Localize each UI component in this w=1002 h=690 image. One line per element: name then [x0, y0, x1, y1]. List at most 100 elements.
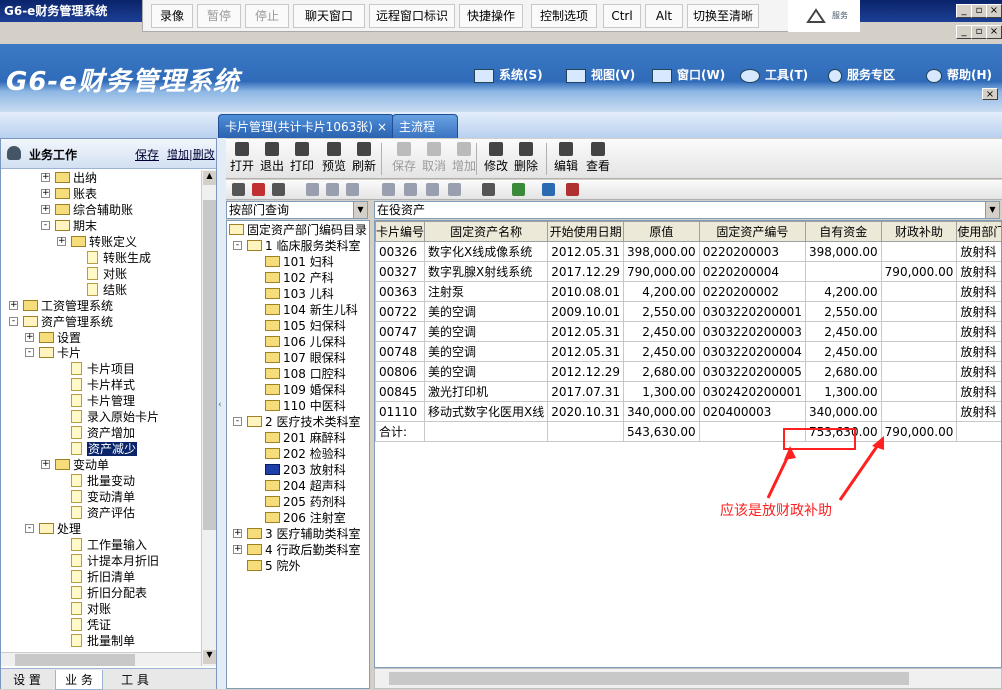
table-cell[interactable] [957, 422, 1002, 442]
table-cell[interactable]: 0220200004 [699, 262, 805, 282]
edit-doc-button[interactable]: 编辑 [552, 142, 580, 174]
column-header[interactable]: 原值 [623, 222, 699, 242]
table-cell[interactable]: 00722 [376, 302, 425, 322]
prev-record-icon[interactable] [404, 183, 417, 196]
dept-tree-item[interactable]: 110 中医科 [265, 398, 346, 414]
menu-window[interactable]: 窗口(W) [652, 66, 725, 83]
dept-tree-item[interactable]: 102 产科 [265, 270, 334, 286]
dept-tree-item[interactable]: 5 院外 [247, 558, 300, 574]
tree-item[interactable]: -资产管理系统 [23, 314, 113, 330]
table-cell[interactable]: 2,450.00 [805, 322, 881, 342]
mdi-close-button[interactable]: × [986, 25, 1002, 39]
table-row[interactable]: 00363注射泵2010.08.014,200.0002202000024,20… [376, 282, 1002, 302]
table-cell[interactable]: 0220200003 [699, 242, 805, 262]
table-cell[interactable]: 00363 [376, 282, 425, 302]
tree-item[interactable]: 折旧清单 [71, 569, 135, 585]
table-cell[interactable]: 01110 [376, 402, 425, 422]
table-cell[interactable]: 00327 [376, 262, 425, 282]
column-header[interactable]: 卡片编号 [376, 222, 425, 242]
table-cell[interactable]: 移动式数字化医用X线 [425, 402, 548, 422]
tree-item[interactable]: 卡片项目 [71, 361, 135, 377]
table-cell[interactable]: 340,000.00 [805, 402, 881, 422]
tree-item[interactable]: 变动清单 [71, 489, 135, 505]
tree-item[interactable]: -期末 [55, 218, 97, 234]
tree-item[interactable]: +变动单 [55, 457, 109, 473]
tree-horizontal-scrollbar[interactable] [1, 652, 201, 666]
card-icon[interactable] [252, 183, 265, 196]
column-header[interactable]: 财政补助 [881, 222, 957, 242]
grid-view-icon[interactable] [512, 183, 525, 196]
column-header[interactable]: 开始使用日期 [548, 222, 624, 242]
tree-item[interactable]: 转账生成 [87, 250, 151, 266]
dept-tree-item[interactable]: 205 药剂科 [265, 494, 346, 510]
tree-item[interactable]: 录入原始卡片 [71, 409, 159, 425]
panel-splitter[interactable]: ‹ [217, 138, 226, 689]
table-cell[interactable]: 美的空调 [425, 362, 548, 382]
menu-tools[interactable]: 工具(T) [740, 66, 808, 83]
dept-tree-item[interactable]: 109 婚保科 [265, 382, 346, 398]
tree-item[interactable]: +综合辅助账 [55, 202, 133, 218]
table-row[interactable]: 01110移动式数字化医用X线2020.10.31340,000.0002040… [376, 402, 1002, 422]
save-link[interactable]: 保存 [135, 146, 159, 163]
tree-item[interactable]: +工资管理系统 [23, 298, 113, 314]
table-cell[interactable] [425, 422, 548, 442]
table-cell[interactable]: 2012.05.31 [548, 342, 624, 362]
table-cell[interactable]: 543,630.00 [623, 422, 699, 442]
table-cell[interactable] [881, 362, 957, 382]
dept-tree-item[interactable]: -2 医疗技术类科室 [247, 414, 360, 430]
table-row[interactable]: 00747美的空调2012.05.312,450.000303220200003… [376, 322, 1002, 342]
tree-item[interactable]: 资产减少 [71, 441, 137, 457]
banner-close-button[interactable]: × [982, 88, 998, 100]
table-cell[interactable] [881, 302, 957, 322]
calculator-icon[interactable] [542, 183, 555, 196]
dept-tree-item[interactable]: 108 口腔科 [265, 366, 346, 382]
table-cell[interactable]: 激光打印机 [425, 382, 548, 402]
collapse-icon[interactable]: - [233, 241, 242, 250]
table-cell[interactable]: 0303220200004 [699, 342, 805, 362]
tree-item[interactable]: 结账 [87, 282, 127, 298]
table-cell[interactable]: 00806 [376, 362, 425, 382]
dept-tree-item[interactable]: 101 妇科 [265, 254, 334, 270]
expand-icon[interactable]: + [41, 460, 50, 469]
table-cell[interactable]: 注射泵 [425, 282, 548, 302]
menu-system[interactable]: 系统(S) [474, 66, 543, 83]
exit-button[interactable]: 退出 [258, 142, 286, 174]
table-cell[interactable]: 2,450.00 [623, 342, 699, 362]
table-cell[interactable]: 2017.07.31 [548, 382, 624, 402]
table-cell[interactable] [881, 402, 957, 422]
last-record-icon[interactable] [448, 183, 461, 196]
table-cell[interactable]: 020400003 [699, 402, 805, 422]
tree-item[interactable]: 凭证 [71, 617, 111, 633]
dept-tree-item[interactable]: 104 新生儿科 [265, 302, 358, 318]
mdi-minimize-button[interactable]: _ [956, 25, 972, 39]
table-cell[interactable]: 0303220200001 [699, 302, 805, 322]
table-row[interactable]: 00748美的空调2012.05.312,450.000303220200004… [376, 342, 1002, 362]
tree-item[interactable]: 工作量输入 [71, 537, 147, 553]
collapse-arrow-icon[interactable]: ‹ [218, 400, 222, 410]
table-cell[interactable]: 放射科 [957, 282, 1002, 302]
table-cell[interactable]: 0302420200001 [699, 382, 805, 402]
cancel-button[interactable]: 取消 [420, 142, 448, 174]
dept-tree-item[interactable]: 201 麻醉科 [265, 430, 346, 446]
alt-button[interactable]: Alt [645, 4, 683, 28]
table-cell[interactable]: 2012.05.31 [548, 322, 624, 342]
remote-window-label-button[interactable]: 远程窗口标识 [369, 4, 455, 28]
table-cell[interactable]: 2020.10.31 [548, 402, 624, 422]
scroll-up-icon[interactable]: ▲ [203, 171, 216, 185]
query-mode-select[interactable]: 按部门查询 ▼ [226, 201, 368, 219]
column-header[interactable]: 使用部门 [957, 222, 1002, 242]
dept-tree-item[interactable]: 106 儿保科 [265, 334, 346, 350]
tree-item[interactable]: +出纳 [55, 170, 97, 186]
dept-tree-item[interactable]: +3 医疗辅助类科室 [247, 526, 360, 542]
table-cell[interactable]: 340,000.00 [623, 402, 699, 422]
scroll-down-icon[interactable]: ▼ [203, 650, 216, 664]
table-cell[interactable]: 0220200002 [699, 282, 805, 302]
control-options-button[interactable]: 控制选项 [531, 4, 597, 28]
tree-item[interactable]: +账表 [55, 186, 97, 202]
expand-icon[interactable]: + [41, 173, 50, 182]
table-cell[interactable]: 790,000.00 [623, 262, 699, 282]
expand-icon[interactable]: + [25, 333, 34, 342]
preview-button[interactable]: 预览 [320, 142, 348, 174]
dept-tree-item[interactable]: 103 儿科 [265, 286, 334, 302]
table-cell[interactable]: 1,300.00 [623, 382, 699, 402]
